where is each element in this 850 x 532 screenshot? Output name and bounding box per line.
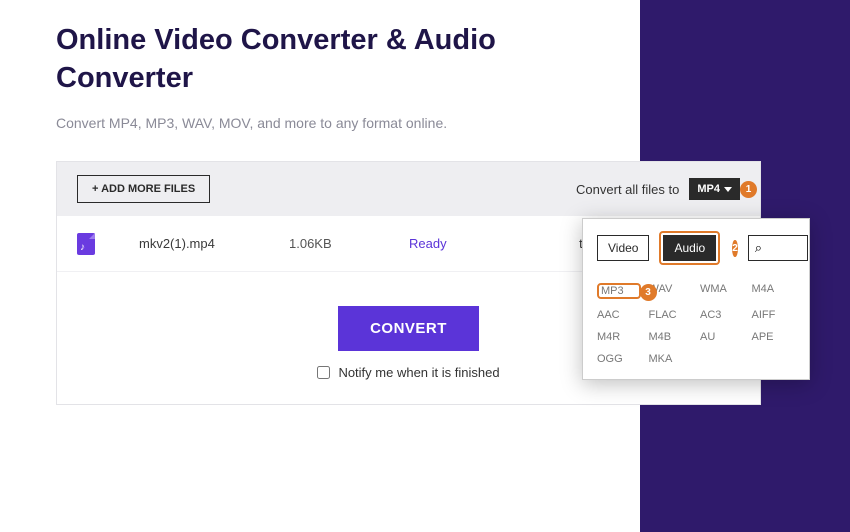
add-more-files-button[interactable]: + ADD MORE FILES (77, 175, 210, 203)
panel-header: + ADD MORE FILES Convert all files to MP… (57, 162, 760, 216)
convert-all-label: Convert all files to (576, 182, 679, 197)
notify-row: Notify me when it is finished (317, 365, 499, 380)
format-option-ogg[interactable]: OGG (597, 353, 641, 365)
format-option-au[interactable]: AU (700, 331, 744, 343)
format-option-mka[interactable]: MKA (649, 353, 693, 365)
notify-label: Notify me when it is finished (338, 365, 499, 380)
format-label: MP3 (601, 285, 624, 297)
format-option-flac[interactable]: FLAC (649, 309, 693, 321)
page-title: Online Video Converter & Audio Converter (56, 22, 616, 97)
file-size: 1.06KB (289, 236, 409, 251)
format-option-ape[interactable]: APE (752, 331, 796, 343)
annotation-2: 2 (732, 240, 738, 257)
notify-checkbox[interactable] (317, 366, 330, 379)
annotation-1: 1 (740, 181, 757, 198)
tab-video[interactable]: Video (597, 235, 649, 261)
chevron-down-icon (724, 187, 732, 192)
file-status: Ready (409, 236, 519, 251)
format-option-aiff[interactable]: AIFF (752, 309, 796, 321)
dropdown-tabs: Video Audio 2 (597, 231, 795, 265)
file-type-icon (77, 233, 95, 255)
format-option-wma[interactable]: WMA (700, 283, 744, 299)
format-option-aac[interactable]: AAC (597, 309, 641, 321)
format-search-input[interactable] (748, 235, 808, 261)
format-option-m4b[interactable]: M4B (649, 331, 693, 343)
format-option-m4a[interactable]: M4A (752, 283, 796, 299)
format-option-mp3[interactable]: MP3 3 (597, 283, 641, 299)
annotation-highlight-2: Audio (659, 231, 720, 265)
page-subtitle: Convert MP4, MP3, WAV, MOV, and more to … (56, 115, 850, 131)
format-dropdown-panel: Video Audio 2 MP3 3 WAV WMA M4A AAC FLAC… (582, 218, 810, 380)
format-grid: MP3 3 WAV WMA M4A AAC FLAC AC3 AIFF M4R … (597, 283, 795, 365)
file-name: mkv2(1).mp4 (139, 236, 289, 251)
format-select-dropdown[interactable]: MP4 (689, 178, 740, 200)
convert-button[interactable]: CONVERT (338, 306, 479, 351)
format-option-ac3[interactable]: AC3 (700, 309, 744, 321)
format-option-m4r[interactable]: M4R (597, 331, 641, 343)
format-selected-value: MP4 (697, 183, 720, 195)
convert-all-to: Convert all files to MP4 (576, 178, 740, 200)
tab-audio[interactable]: Audio (663, 235, 716, 261)
annotation-3: 3 (640, 284, 657, 301)
